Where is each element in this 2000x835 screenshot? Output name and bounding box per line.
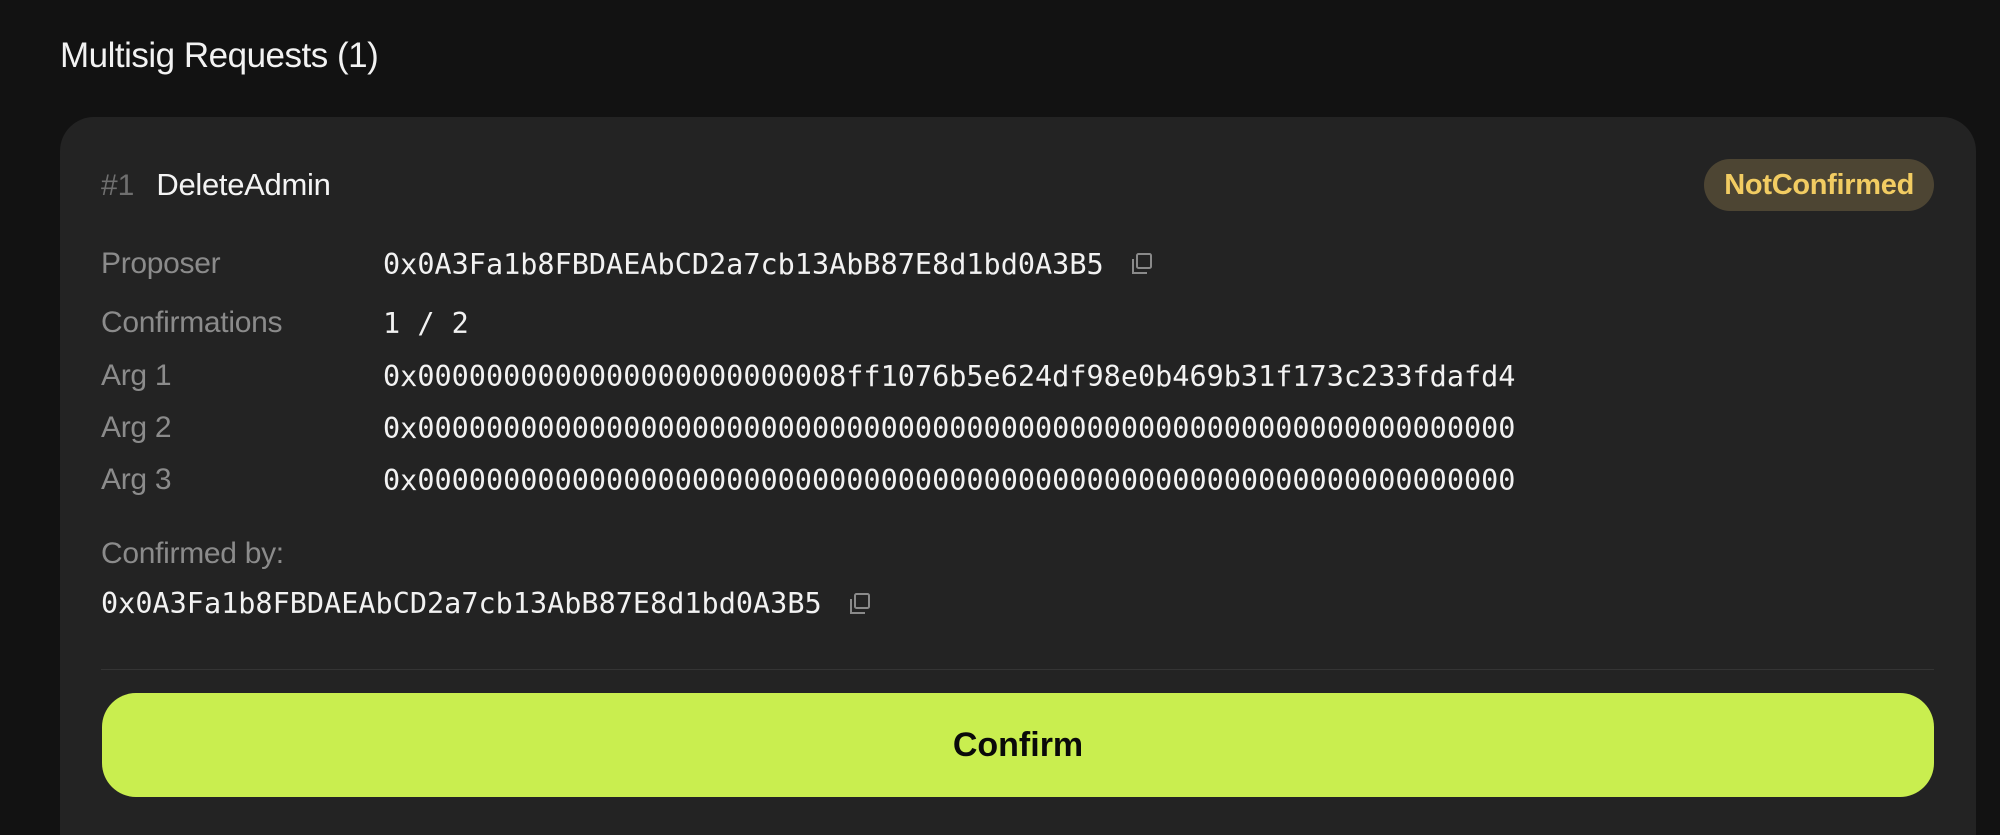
arg-1-row: Arg 1 0x0000000000000000000000008ff1076b… — [101, 359, 1515, 393]
confirmer-address: 0x0A3Fa1b8FBDAEAbCD2a7cb13AbB87E8d1bd0A3… — [101, 587, 822, 620]
confirmations-row: Confirmations 1 / 2 — [101, 306, 469, 340]
confirmations-value: 1 / 2 — [383, 306, 469, 340]
status-badge: NotConfirmed — [1704, 159, 1934, 211]
confirmations-label: Confirmations — [101, 306, 283, 339]
proposer-label: Proposer — [101, 247, 221, 280]
request-card: #1 DeleteAdmin NotConfirmed Proposer 0x0… — [60, 117, 1976, 835]
page: Multisig Requests (1) #1 DeleteAdmin Not… — [0, 0, 2000, 835]
request-type: DeleteAdmin — [156, 167, 331, 202]
copy-icon[interactable] — [846, 590, 874, 618]
proposer-row: Proposer 0x0A3Fa1b8FBDAEAbCD2a7cb13AbB87… — [101, 247, 1156, 281]
arg-2-label: Arg 2 — [101, 411, 172, 444]
arg-3-value: 0x00000000000000000000000000000000000000… — [383, 463, 1516, 497]
arg-3-label: Arg 3 — [101, 463, 172, 496]
request-number: #1 — [101, 169, 135, 202]
divider — [101, 669, 1934, 670]
arg-2-row: Arg 2 0x00000000000000000000000000000000… — [101, 411, 1515, 445]
section-title: Multisig Requests (1) — [60, 36, 379, 75]
arg-1-label: Arg 1 — [101, 359, 172, 392]
copy-icon[interactable] — [1128, 250, 1156, 278]
confirm-button[interactable]: Confirm — [102, 693, 1934, 797]
request-header: #1 DeleteAdmin — [101, 167, 331, 203]
confirmed-by-label: Confirmed by: — [101, 537, 284, 570]
confirmer-row: 0x0A3Fa1b8FBDAEAbCD2a7cb13AbB87E8d1bd0A3… — [101, 587, 874, 620]
arg-3-row: Arg 3 0x00000000000000000000000000000000… — [101, 463, 1515, 497]
proposer-address: 0x0A3Fa1b8FBDAEAbCD2a7cb13AbB87E8d1bd0A3… — [383, 247, 1104, 281]
arg-2-value: 0x00000000000000000000000000000000000000… — [383, 411, 1516, 445]
arg-1-value: 0x0000000000000000000000008ff1076b5e624d… — [383, 359, 1516, 393]
